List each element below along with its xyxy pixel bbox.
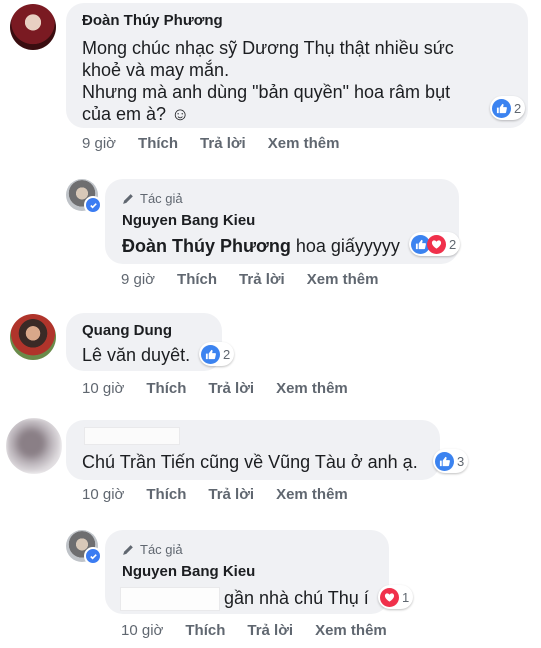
comment-text: Chú Trần Tiến cũng về Vũng Tàu ở anh ạ. — [82, 452, 418, 472]
comment-actions: 10 giờ Thích Trả lời Xem thêm — [82, 380, 370, 397]
reaction-count: 3 — [457, 453, 465, 469]
see-more-button[interactable]: Xem thêm — [268, 135, 340, 152]
comment-author[interactable]: Đoàn Thúy Phương — [82, 12, 223, 29]
comment-time[interactable]: 9 giờ — [82, 135, 116, 152]
avatar-doan-thuy-phuong[interactable] — [10, 4, 56, 50]
like-button[interactable]: Thích — [185, 622, 225, 639]
like-icon — [435, 451, 454, 471]
like-icon — [492, 98, 511, 118]
see-more-button[interactable]: Xem thêm — [276, 486, 348, 503]
author-badge-label: Tác giả — [140, 542, 183, 557]
love-icon — [380, 587, 399, 607]
author-badge-label: Tác giả — [140, 191, 183, 206]
see-more-button[interactable]: Xem thêm — [276, 380, 348, 397]
like-button[interactable]: Thích — [146, 486, 186, 503]
comment-text: gần nhà chú Thụ í — [224, 588, 369, 608]
comment-time[interactable]: 9 giờ — [121, 271, 155, 288]
reaction-summary[interactable]: 2 — [409, 232, 461, 256]
reply-button[interactable]: Trả lời — [208, 486, 254, 503]
avatar-blurred[interactable] — [6, 418, 62, 474]
see-more-button[interactable]: Xem thêm — [307, 271, 379, 288]
reaction-count: 2 — [514, 100, 522, 116]
comment-text-body: hoa giấyyyyy — [295, 236, 400, 256]
like-button[interactable]: Thích — [146, 380, 186, 397]
reaction-count: 1 — [402, 589, 410, 605]
reply-button[interactable]: Trả lời — [239, 271, 285, 288]
reaction-count: 2 — [223, 346, 231, 362]
comment-text: Đoàn Thúy Phương hoa giấyyyyy — [122, 235, 400, 257]
see-more-button[interactable]: Xem thêm — [315, 622, 387, 639]
like-icon — [201, 344, 220, 364]
comment-text-line: Mong chúc nhạc sỹ Dương Thụ thật nhiều s… — [82, 38, 454, 58]
like-button[interactable]: Thích — [177, 271, 217, 288]
reply-button[interactable]: Trả lời — [208, 380, 254, 397]
avatar-quang-dung[interactable] — [10, 314, 56, 360]
comment-author[interactable]: Nguyen Bang Kieu — [122, 563, 255, 580]
comment-text-line: khoẻ và may mắn. — [82, 60, 230, 80]
comment-actions: 10 giờ Thích Trả lời Xem thêm — [121, 622, 409, 639]
mention-link[interactable]: Đoàn Thúy Phương — [122, 236, 291, 256]
reaction-summary[interactable]: 2 — [490, 96, 526, 120]
reaction-count: 2 — [449, 236, 457, 252]
redacted-mention — [120, 587, 220, 611]
redacted-author — [84, 427, 180, 445]
comment-actions: 9 giờ Thích Trả lời Xem thêm — [82, 135, 361, 152]
comment-author[interactable]: Quang Dung — [82, 322, 172, 339]
author-badge: Tác giả — [122, 191, 183, 206]
comment-actions: 10 giờ Thích Trả lời Xem thêm — [82, 486, 370, 503]
reaction-summary[interactable]: 1 — [378, 585, 414, 609]
author-badge: Tác giả — [122, 542, 183, 557]
like-button[interactable]: Thích — [138, 135, 178, 152]
reply-button[interactable]: Trả lời — [247, 622, 293, 639]
comment-time[interactable]: 10 giờ — [121, 622, 163, 639]
reply-button[interactable]: Trả lời — [200, 135, 246, 152]
comment-time[interactable]: 10 giờ — [82, 486, 124, 503]
love-icon — [427, 234, 446, 254]
reaction-summary[interactable]: 3 — [433, 449, 469, 473]
comment-text-line: Nhưng mà anh dùng "bản quyền" hoa râm bụ… — [82, 82, 451, 102]
verified-icon — [84, 547, 102, 565]
comment-author[interactable]: Nguyen Bang Kieu — [122, 212, 255, 229]
comment-text: Lê văn duyêt. — [82, 345, 191, 365]
comment-time[interactable]: 10 giờ — [82, 380, 124, 397]
reaction-summary[interactable]: 2 — [199, 342, 235, 366]
pen-icon — [123, 545, 133, 555]
comment-actions: 9 giờ Thích Trả lời Xem thêm — [121, 271, 400, 288]
comment-text-line: của em à? ☺ — [82, 104, 190, 124]
pen-icon — [123, 194, 133, 204]
verified-icon — [84, 196, 102, 214]
